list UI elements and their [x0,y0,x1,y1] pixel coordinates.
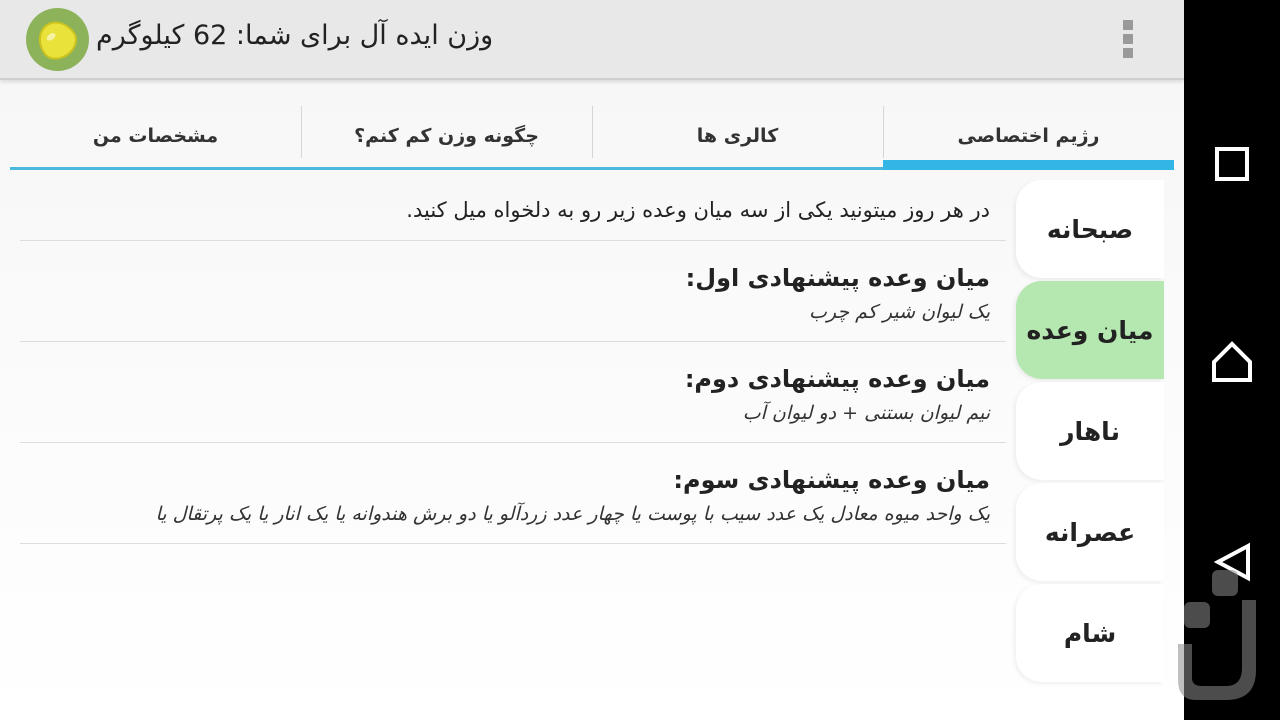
intro-text: در هر روز میتونید یکی از سه میان وعده زی… [20,184,1006,241]
list-item: میان وعده پیشنهادی اول: یک لیوان شیر کم … [20,241,1006,342]
item-title: میان وعده پیشنهادی سوم: [673,466,990,494]
meal-dinner[interactable]: شام [1016,584,1164,682]
action-bar: وزن ایده آل برای شما: 62 کیلوگرم [0,0,1184,80]
item-title: میان وعده پیشنهادی دوم: [684,365,990,393]
item-title: میان وعده پیشنهادی اول: [685,264,990,292]
meal-breakfast[interactable]: صبحانه [1016,180,1164,278]
item-description: یک لیوان شیر کم چرب [809,301,990,323]
tab-how-to-lose-weight[interactable]: چگونه وزن کم کنم؟ [301,104,593,170]
meal-afternoon-snack[interactable]: عصرانه [1016,483,1164,581]
snack-list[interactable]: در هر روز میتونید یکی از سه میان وعده زی… [20,184,1006,546]
tab-my-profile[interactable]: مشخصات من [10,104,302,170]
meal-lunch[interactable]: ناهار [1016,382,1164,480]
tab-custom-diet[interactable]: رژیم اختصاصی [883,104,1174,170]
list-item: میان وعده پیشنهادی دوم: نیم لیوان بستنی … [20,342,1006,443]
overflow-menu-icon[interactable] [1118,20,1138,60]
item-description: نیم لیوان بستنی + دو لیوان آب [742,402,990,424]
item-description: یک واحد میوه معادل یک عدد سیب با پوست یا… [155,503,990,525]
meal-menu: صبحانه میان وعده ناهار عصرانه شام [1016,180,1164,685]
home-icon[interactable] [1184,322,1280,402]
meal-snack[interactable]: میان وعده [1016,281,1164,379]
tab-calories[interactable]: کالری ها [592,104,884,170]
ideal-weight-title: وزن ایده آل برای شما: 62 کیلوگرم [96,20,494,51]
cafebazaar-watermark-icon [1172,560,1268,710]
list-item: میان وعده پیشنهادی سوم: یک واحد میوه معا… [20,443,1006,544]
app-window: وزن ایده آل برای شما: 62 کیلوگرم رژیم اخ… [0,0,1184,720]
tab-bar: رژیم اختصاصی کالری ها چگونه وزن کم کنم؟ … [10,104,1174,170]
lemon-icon[interactable] [26,8,89,71]
recents-square-icon[interactable] [1184,124,1280,204]
